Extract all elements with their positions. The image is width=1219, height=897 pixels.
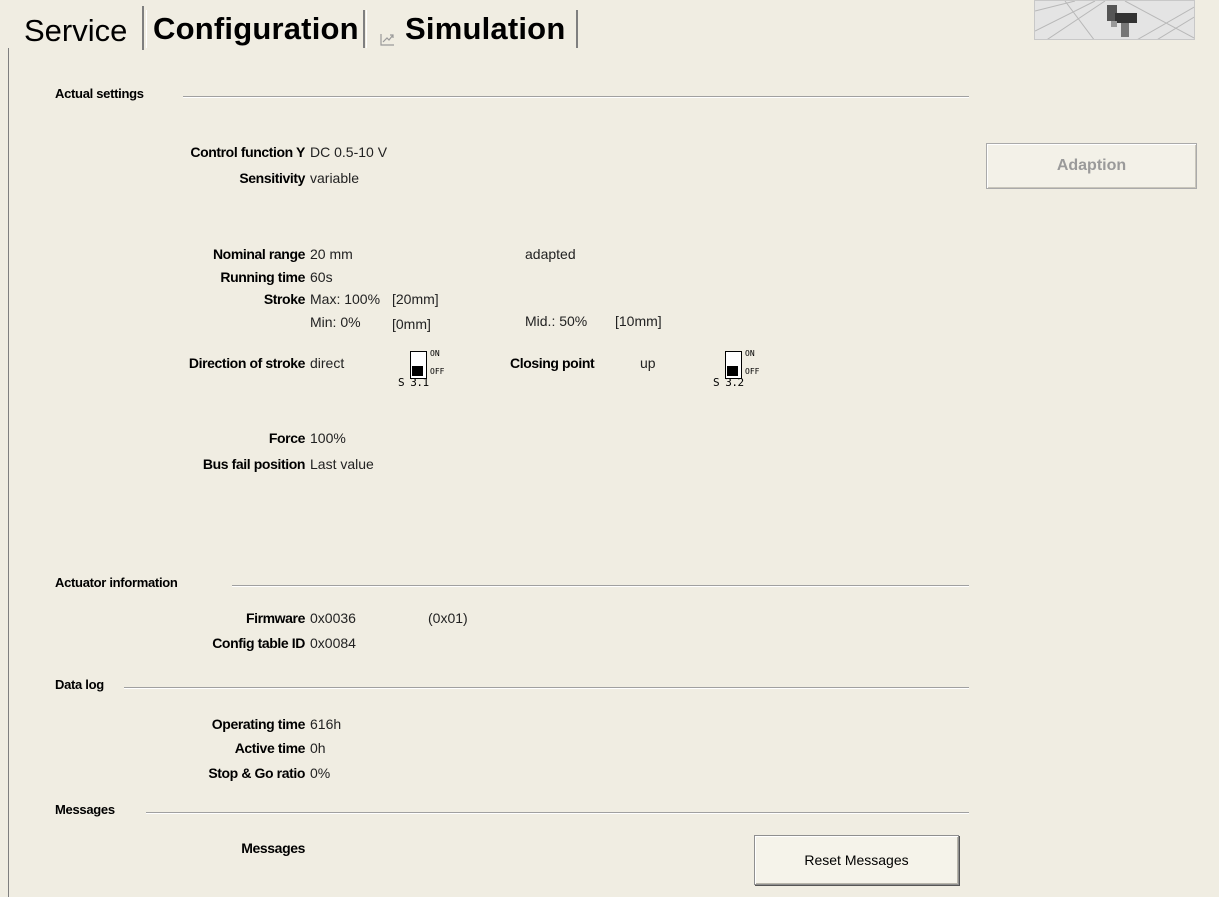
stroke-mid: Mid.: 50% (525, 313, 588, 329)
dip-on-label: ON (745, 349, 755, 358)
adaption-button[interactable]: Adaption (986, 143, 1197, 189)
reset-messages-button[interactable]: Reset Messages (754, 835, 959, 885)
section-divider (124, 687, 969, 689)
stroke-mid-mm: [10mm] (615, 313, 662, 329)
stop-go-ratio-label: Stop & Go ratio (208, 765, 305, 781)
running-time-value: 60s (310, 269, 333, 285)
stroke-min-mm: [0mm] (392, 316, 431, 332)
firmware-label: Firmware (245, 610, 305, 626)
bus-fail-position-label: Bus fail position (202, 456, 305, 472)
config-table-id-value: 0x0084 (310, 635, 356, 651)
force-label: Force (268, 430, 306, 446)
stroke-max-mm: [20mm] (392, 291, 439, 307)
active-time-label: Active time (234, 740, 306, 756)
dip-switch-s3-2: ON OFF S 3.2 (713, 349, 785, 395)
stroke-max: Max: 100% (310, 291, 381, 307)
tab-service[interactable]: Service (16, 6, 144, 50)
nominal-range-status: adapted (525, 246, 576, 262)
stroke-label: Stroke (263, 291, 306, 307)
operating-time-value: 616h (310, 716, 342, 732)
section-divider (232, 585, 969, 587)
force-value: 100% (310, 430, 346, 446)
direction-of-stroke-value: direct (310, 355, 345, 371)
dip-switch-knob (412, 366, 423, 376)
dip-on-label: ON (430, 349, 440, 358)
nominal-range-label: Nominal range (212, 246, 305, 262)
operating-time-label: Operating time (211, 716, 306, 732)
dip-switch-id: S 3.1 (398, 376, 429, 389)
config-table-id-label: Config table ID (212, 635, 305, 651)
closing-point-value: up (640, 355, 656, 371)
tab-simulation[interactable]: Simulation (366, 10, 578, 48)
running-time-label: Running time (220, 269, 305, 285)
tab-simulation-label: Simulation (405, 11, 566, 46)
control-function-label: Control function Y (190, 144, 305, 160)
tab-configuration[interactable]: Configuration (146, 10, 365, 48)
dip-switch-s3-1: ON OFF S 3.1 (398, 349, 470, 395)
direction-of-stroke-label: Direction of stroke (188, 355, 305, 371)
section-data-log: Data log (55, 677, 104, 692)
sensitivity-value: variable (310, 170, 360, 186)
section-divider (183, 96, 969, 98)
stop-go-ratio-value: 0% (310, 765, 331, 781)
firmware-value: 0x0036 (310, 610, 356, 626)
dip-switch-id: S 3.2 (713, 376, 744, 389)
firmware-sub-value: (0x01) (428, 610, 468, 626)
section-messages: Messages (55, 802, 115, 817)
tab-configuration-label: Configuration (153, 11, 359, 46)
dip-switch-knob (727, 366, 738, 376)
section-divider (146, 812, 969, 814)
section-actuator-information: Actuator information (55, 575, 178, 590)
tab-strip: Service Configuration Simulation (0, 0, 1219, 50)
panel-border (8, 48, 9, 897)
dip-off-label: OFF (430, 367, 445, 376)
stroke-min: Min: 0% (310, 314, 361, 330)
section-actual-settings: Actual settings (55, 86, 144, 101)
dip-off-label: OFF (745, 367, 760, 376)
sensitivity-label: Sensitivity (239, 170, 305, 186)
nominal-range-value: 20 mm (310, 246, 353, 262)
bus-fail-position-value: Last value (310, 456, 374, 472)
tab-service-label: Service (24, 13, 128, 48)
control-function-value: DC 0.5-10 V (310, 144, 388, 160)
messages-label: Messages (241, 840, 305, 856)
closing-point-label: Closing point (510, 355, 595, 371)
product-image (1034, 0, 1195, 40)
active-time-value: 0h (310, 740, 326, 756)
simulation-icon (379, 19, 397, 46)
